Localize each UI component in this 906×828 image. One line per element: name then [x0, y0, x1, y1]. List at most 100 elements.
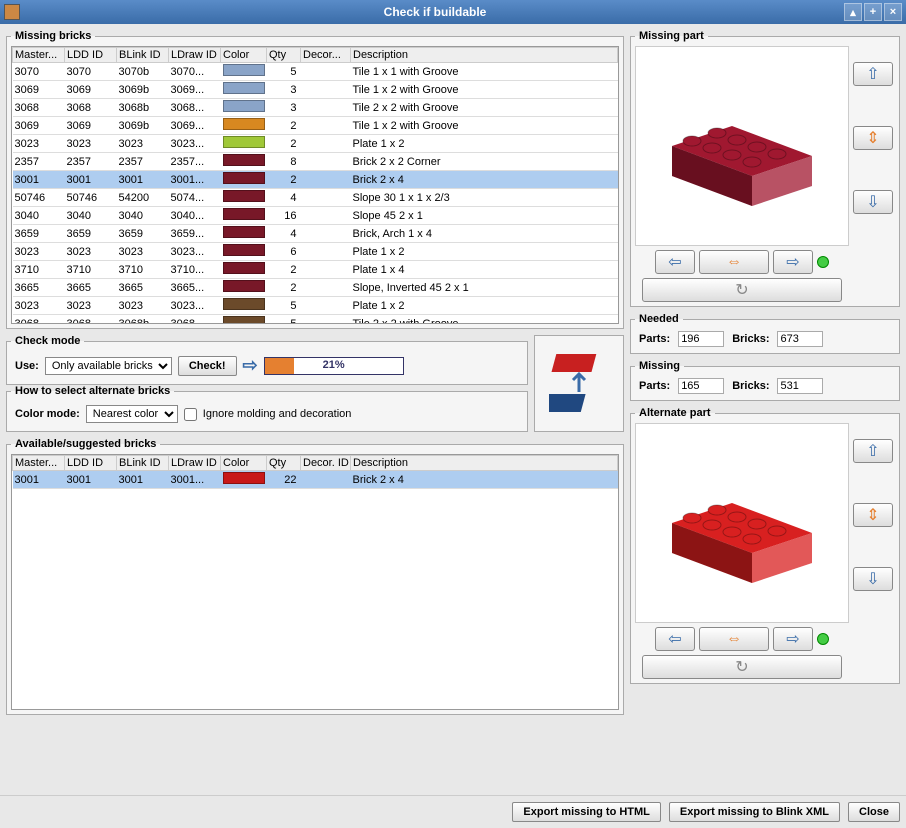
- color-swatch: [223, 190, 265, 202]
- alt-reload-button[interactable]: ↻: [642, 655, 842, 679]
- color-swatch: [223, 100, 265, 112]
- table-row[interactable]: 3001300130013001...22Brick 2 x 4: [13, 471, 618, 489]
- alt-next-button[interactable]: ⇨: [773, 627, 813, 651]
- close-icon[interactable]: ×: [884, 3, 902, 21]
- alt-up-button[interactable]: ⇧: [853, 439, 893, 463]
- available-bricks-table-wrap[interactable]: Master...LDD IDBLink IDLDraw IDColorQtyD…: [11, 454, 619, 710]
- alt-down-button[interactable]: ⇩: [853, 567, 893, 591]
- needed-bricks-label: Bricks:: [732, 333, 769, 345]
- table-row[interactable]: 2357235723572357...8Brick 2 x 2 Corner: [13, 153, 618, 171]
- column-header[interactable]: Color: [221, 456, 267, 471]
- up-button[interactable]: ⇧: [853, 62, 893, 86]
- check-mode-legend: Check mode: [11, 335, 84, 347]
- needed-parts-value: [678, 331, 724, 347]
- alternate-part-view: [635, 423, 849, 623]
- reload-button[interactable]: ↻: [642, 278, 842, 302]
- alternate-part-group: Alternate part ⇦ ⇔ ⇨ ↻ ⇧ ⇕ ⇩: [630, 407, 900, 684]
- export-xml-button[interactable]: Export missing to Blink XML: [669, 802, 840, 822]
- table-row[interactable]: 3659365936593659...4Brick, Arch 1 x 4: [13, 225, 618, 243]
- column-header[interactable]: LDraw ID: [169, 456, 221, 471]
- column-header[interactable]: LDD ID: [65, 456, 117, 471]
- available-bricks-group: Available/suggested bricks Master...LDD …: [6, 438, 624, 715]
- missing-bricks-table-wrap[interactable]: Master...LDD IDBLink IDLDraw IDColorQtyD…: [11, 46, 619, 324]
- arrow-right-icon: ⇨: [786, 629, 799, 649]
- missing-part-view: [635, 46, 849, 246]
- column-header[interactable]: LDraw ID: [169, 48, 221, 63]
- table-row[interactable]: 306830683068b3068...5Tile 2 x 2 with Gro…: [13, 315, 618, 325]
- color-mode-label: Color mode:: [15, 408, 80, 420]
- missing-legend: Missing: [635, 360, 684, 372]
- column-header[interactable]: Decor. ID: [301, 456, 351, 471]
- ignore-checkbox[interactable]: [184, 408, 197, 421]
- column-header[interactable]: BLink ID: [117, 48, 169, 63]
- minimize-icon[interactable]: ▴: [844, 3, 862, 21]
- needed-group: Needed Parts: Bricks:: [630, 313, 900, 354]
- available-bricks-table: Master...LDD IDBLink IDLDraw IDColorQtyD…: [12, 455, 618, 489]
- table-row[interactable]: 306930693069b3069...3Tile 1 x 2 with Gro…: [13, 81, 618, 99]
- column-header[interactable]: Qty: [267, 456, 301, 471]
- next-button[interactable]: ⇨: [773, 250, 813, 274]
- color-swatch: [223, 280, 265, 292]
- column-header[interactable]: Description: [351, 456, 618, 471]
- progress-bar: 21%: [264, 357, 404, 375]
- arrow-right-icon: ⇨: [243, 355, 258, 376]
- needed-parts-label: Parts:: [639, 333, 670, 345]
- column-header[interactable]: Qty: [267, 48, 301, 63]
- titlebar: Check if buildable ▴ + ×: [0, 0, 906, 24]
- table-row[interactable]: 307030703070b3070...5Tile 1 x 1 with Gro…: [13, 63, 618, 81]
- status-dot: [817, 256, 829, 268]
- column-header[interactable]: Description: [351, 48, 618, 63]
- alternate-select-legend: How to select alternate bricks: [11, 385, 174, 397]
- table-row[interactable]: 3023302330233023...5Plate 1 x 2: [13, 297, 618, 315]
- missing-bricks-value: [777, 378, 823, 394]
- table-row[interactable]: 3023302330233023...2Plate 1 x 2: [13, 135, 618, 153]
- color-swatch: [223, 244, 265, 256]
- color-swatch: [223, 472, 265, 484]
- column-header[interactable]: Master...: [13, 456, 65, 471]
- table-row[interactable]: 3023302330233023...6Plate 1 x 2: [13, 243, 618, 261]
- table-row[interactable]: 306830683068b3068...3Tile 2 x 2 with Gro…: [13, 99, 618, 117]
- column-header[interactable]: LDD ID: [65, 48, 117, 63]
- table-row[interactable]: 3001300130013001...2Brick 2 x 4: [13, 171, 618, 189]
- column-header[interactable]: Decor...: [301, 48, 351, 63]
- color-swatch: [223, 298, 265, 310]
- needed-legend: Needed: [635, 313, 683, 325]
- check-mode-group: Check mode Use: Only available bricks Ch…: [6, 335, 528, 385]
- alt-rotate-horiz-button[interactable]: ⇔: [699, 627, 769, 651]
- color-swatch: [223, 136, 265, 148]
- maximize-icon[interactable]: +: [864, 3, 882, 21]
- table-row[interactable]: 306930693069b3069...2Tile 1 x 2 with Gro…: [13, 117, 618, 135]
- column-header[interactable]: Master...: [13, 48, 65, 63]
- swap-preview-panel: [534, 335, 624, 432]
- footer: Export missing to HTML Export missing to…: [0, 795, 906, 828]
- column-header[interactable]: BLink ID: [117, 456, 169, 471]
- table-row[interactable]: 5074650746542005074...4Slope 30 1 x 1 x …: [13, 189, 618, 207]
- missing-bricks-group: Missing bricks Master...LDD IDBLink IDLD…: [6, 30, 624, 329]
- column-header[interactable]: Color: [221, 48, 267, 63]
- table-row[interactable]: 3040304030403040...16Slope 45 2 x 1: [13, 207, 618, 225]
- arrow-horiz-icon: ⇔: [726, 253, 742, 271]
- reload-icon: ↻: [735, 280, 748, 300]
- app-icon: [4, 4, 20, 20]
- missing-group: Missing Parts: Bricks:: [630, 360, 900, 401]
- missing-parts-value: [678, 378, 724, 394]
- missing-parts-label: Parts:: [639, 380, 670, 392]
- alt-prev-button[interactable]: ⇦: [655, 627, 695, 651]
- export-html-button[interactable]: Export missing to HTML: [512, 802, 661, 822]
- arrow-vert-icon: ⇕: [866, 128, 879, 148]
- rotate-vert-button[interactable]: ⇕: [853, 126, 893, 150]
- arrow-up-icon: ⇧: [866, 64, 879, 84]
- alt-rotate-vert-button[interactable]: ⇕: [853, 503, 893, 527]
- reload-icon: ↻: [735, 657, 748, 677]
- rotate-horiz-button[interactable]: ⇔: [699, 250, 769, 274]
- down-button[interactable]: ⇩: [853, 190, 893, 214]
- table-row[interactable]: 3665366536653665...2Slope, Inverted 45 2…: [13, 279, 618, 297]
- close-button[interactable]: Close: [848, 802, 900, 822]
- color-mode-select[interactable]: Nearest color: [86, 405, 178, 423]
- check-button[interactable]: Check!: [178, 356, 237, 376]
- window-title: Check if buildable: [28, 5, 842, 19]
- arrow-up-icon: ⇧: [866, 441, 879, 461]
- table-row[interactable]: 3710371037103710...2Plate 1 x 4: [13, 261, 618, 279]
- use-select[interactable]: Only available bricks: [45, 357, 172, 375]
- prev-button[interactable]: ⇦: [655, 250, 695, 274]
